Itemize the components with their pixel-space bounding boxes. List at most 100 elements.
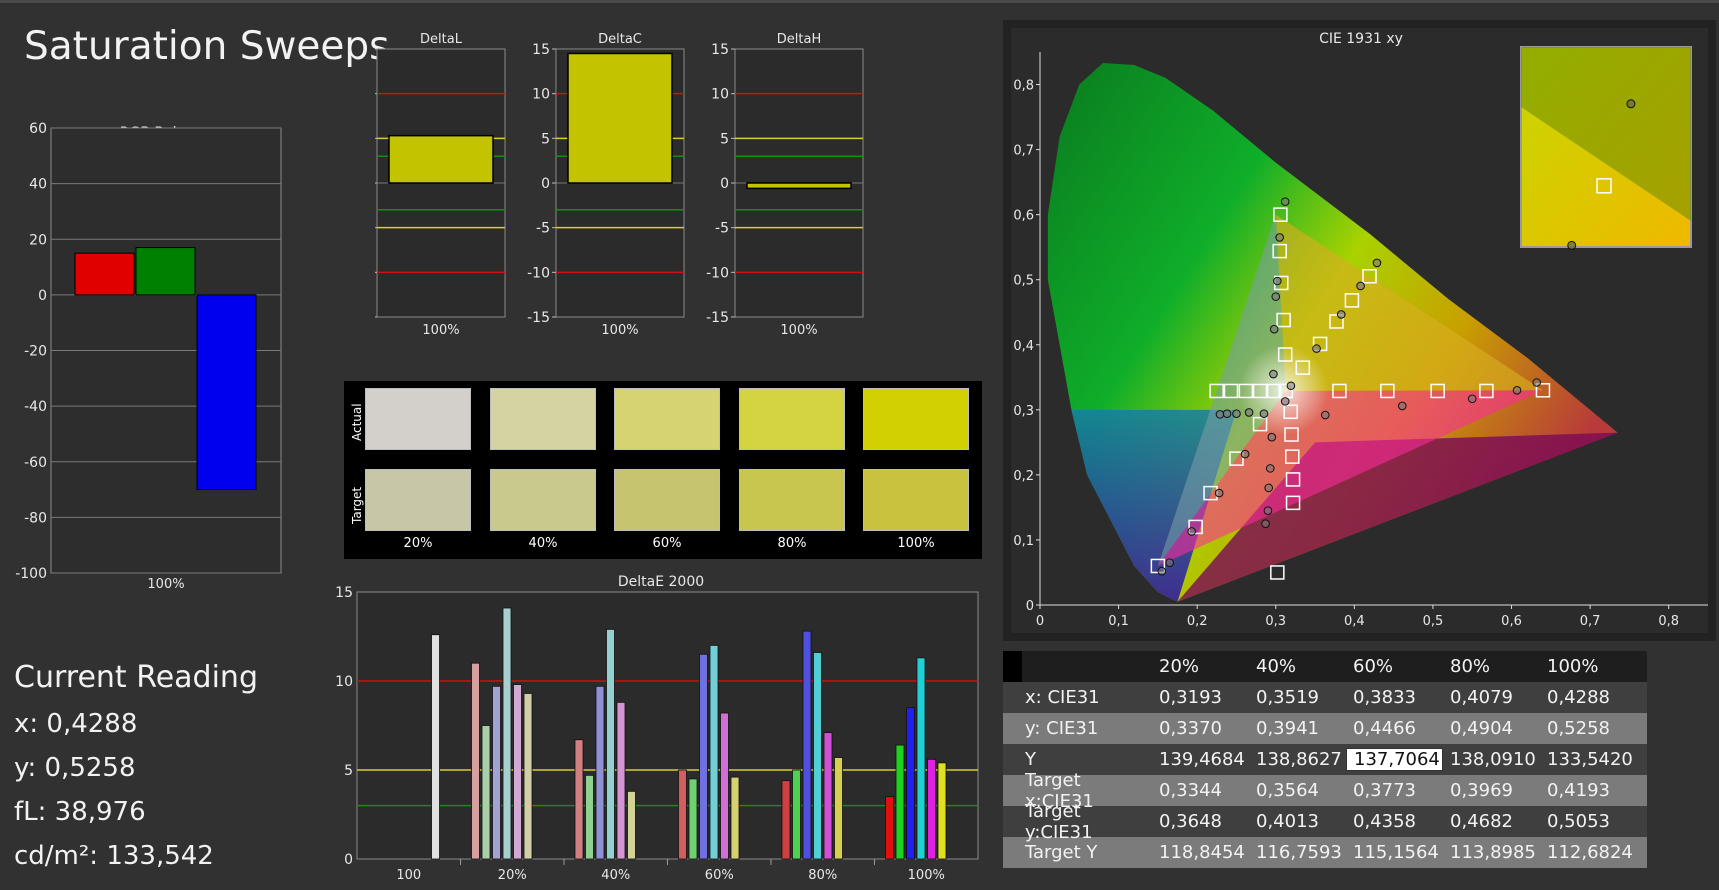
deltae-bar bbox=[834, 757, 843, 860]
cie-measured-point bbox=[1467, 394, 1477, 404]
rgb-balance-chart: RGB Balance 6040200-20-40-60-80-100100% bbox=[15, 121, 282, 592]
delta-tick-label: 10 bbox=[711, 87, 729, 103]
cie-y-tick-label: 0,4 bbox=[1013, 339, 1034, 354]
table-header-cell[interactable]: 40% bbox=[1249, 656, 1346, 677]
reading-y: y: 0,5258 bbox=[14, 753, 136, 783]
deltah-chart: DeltaH 15 10 5 0 -5 -10 -15 100% bbox=[706, 32, 864, 338]
table-cell[interactable]: 112,6824 bbox=[1540, 842, 1637, 863]
deltae-bar bbox=[606, 628, 615, 860]
swatch-label: 40% bbox=[528, 536, 558, 551]
cie-1931-chart: CIE 1931 xy 0 0,1 0,2 0,3 0,4 0,5 0,6 0,7 0,8 0 0,… bbox=[1003, 20, 1716, 641]
cie-measured-point bbox=[1397, 401, 1407, 411]
deltae-tick-label: 15 bbox=[335, 585, 353, 601]
table-cell[interactable]: 139,4684 bbox=[1152, 749, 1249, 770]
delta-category-label: 100% bbox=[601, 323, 638, 338]
cie-measured-point bbox=[1215, 410, 1225, 419]
table-cell[interactable]: 0,3648 bbox=[1152, 811, 1249, 832]
table-cell[interactable]: 138,8627 bbox=[1249, 749, 1346, 770]
table-cell[interactable]: 115,1564 bbox=[1346, 842, 1443, 863]
table-cell[interactable]: 133,5420 bbox=[1540, 749, 1637, 770]
table-header-cell[interactable]: 100% bbox=[1540, 656, 1637, 677]
deltae-bar bbox=[616, 701, 626, 860]
deltae-plot-area bbox=[356, 591, 979, 860]
table-cell[interactable]: 138,0910 bbox=[1443, 749, 1540, 770]
deltae-bar bbox=[523, 693, 533, 860]
deltae-bar bbox=[885, 796, 894, 860]
table-cell[interactable]: 0,3969 bbox=[1443, 780, 1540, 801]
table-cell[interactable]: 0,3833 bbox=[1346, 687, 1443, 708]
delta-category-label: 100% bbox=[780, 323, 817, 338]
rgb-tick-label: 0 bbox=[38, 288, 47, 304]
cie-x-tick-label: 0,6 bbox=[1501, 614, 1522, 629]
table-cell[interactable]: 137,7064 bbox=[1346, 748, 1443, 771]
table-cell[interactable]: 0,3370 bbox=[1152, 718, 1249, 739]
rgb-tick-label: -80 bbox=[24, 510, 47, 526]
table-row: Target y:CIE31 0,3648 0,4013 0,4358 0,4682 0,… bbox=[1003, 801, 1647, 843]
table-corner bbox=[1003, 651, 1022, 682]
table-cell[interactable]: 0,4358 bbox=[1346, 811, 1443, 832]
table-header-cell[interactable]: 60% bbox=[1346, 656, 1443, 677]
table-header-cell[interactable]: 80% bbox=[1443, 656, 1540, 677]
cie-y-tick-label: 0,1 bbox=[1013, 534, 1034, 549]
cie-measured-point bbox=[1232, 409, 1241, 419]
table-row-label: Target y:CIE31 bbox=[1025, 800, 1093, 843]
table-row: x: CIE31 0,3193 0,3519 0,3833 0,4079 0,4288 bbox=[1003, 682, 1647, 713]
target-swatch bbox=[490, 469, 596, 531]
table-cell[interactable]: 118,8454 bbox=[1152, 842, 1249, 863]
cie-measured-point bbox=[1264, 483, 1273, 493]
actual-swatch bbox=[614, 388, 720, 450]
table-cell[interactable]: 113,8985 bbox=[1443, 842, 1540, 863]
cie-measured-point bbox=[1271, 292, 1281, 301]
table-row-label: Target Y bbox=[1025, 842, 1098, 863]
cie-measured-point bbox=[1273, 276, 1282, 286]
table-cell[interactable]: 0,4682 bbox=[1443, 811, 1540, 832]
cie-measured-point bbox=[1269, 369, 1278, 379]
table-cell[interactable]: 0,3564 bbox=[1249, 780, 1346, 801]
table-cell[interactable]: 0,4466 bbox=[1346, 718, 1443, 739]
table-cell[interactable]: 0,5053 bbox=[1540, 811, 1637, 832]
cie-measured-point bbox=[1165, 558, 1174, 568]
rgb-tick-label: 60 bbox=[29, 121, 47, 137]
table-cell[interactable]: 0,4193 bbox=[1540, 780, 1637, 801]
rgb-bar bbox=[135, 247, 196, 296]
target-swatch bbox=[614, 469, 720, 531]
cie-x-tick-label: 0,5 bbox=[1423, 614, 1444, 629]
table-cell[interactable]: 0,4079 bbox=[1443, 687, 1540, 708]
deltae-bar bbox=[937, 762, 947, 860]
cie-measured-point bbox=[1269, 324, 1279, 334]
table-cell[interactable]: 0,4013 bbox=[1249, 811, 1346, 832]
deltae-bar bbox=[916, 657, 926, 860]
target-swatch bbox=[739, 469, 845, 531]
deltae-bar bbox=[823, 732, 833, 860]
table-cell[interactable]: 0,4288 bbox=[1540, 687, 1637, 708]
table-cell[interactable]: 0,3941 bbox=[1249, 718, 1346, 739]
table-cell[interactable]: 0,5258 bbox=[1540, 718, 1637, 739]
actual-swatch bbox=[365, 388, 471, 450]
deltae-plot: 15 10 5 0 100 20% 40% 60% 80% 100% bbox=[335, 585, 979, 883]
cie-measured-point bbox=[1222, 409, 1232, 419]
deltae-bar bbox=[595, 685, 605, 860]
rgb-tick-label: -40 bbox=[24, 399, 47, 415]
actual-swatch bbox=[490, 388, 596, 450]
deltae-bar bbox=[802, 630, 812, 860]
cie-y-tick-label: 0,3 bbox=[1013, 404, 1034, 419]
delta-tick-label: 0 bbox=[720, 176, 729, 192]
deltae-bar bbox=[730, 776, 740, 860]
rgb-tick-label: -100 bbox=[15, 566, 47, 582]
reading-x: x: 0,4288 bbox=[14, 709, 138, 739]
table-cell[interactable]: 0,4904 bbox=[1443, 718, 1540, 739]
actual-swatch bbox=[739, 388, 845, 450]
cie-measured-point bbox=[1259, 409, 1269, 419]
deltae-bar bbox=[906, 707, 915, 860]
cie-inset-measured-point bbox=[1567, 240, 1577, 250]
table-cell[interactable]: 116,7593 bbox=[1249, 842, 1346, 863]
table-header-cell[interactable]: 20% bbox=[1152, 656, 1249, 677]
table-cell[interactable]: 0,3773 bbox=[1346, 780, 1443, 801]
cie-measured-point bbox=[1275, 233, 1284, 242]
table-cell[interactable]: 0,3193 bbox=[1152, 687, 1249, 708]
delta-tick-label: -15 bbox=[706, 310, 729, 326]
cie-x-tick-label: 0,8 bbox=[1658, 614, 1679, 629]
table-cell[interactable]: 0,3519 bbox=[1249, 687, 1346, 708]
deltae-bar bbox=[709, 645, 719, 860]
table-cell[interactable]: 0,3344 bbox=[1152, 780, 1249, 801]
